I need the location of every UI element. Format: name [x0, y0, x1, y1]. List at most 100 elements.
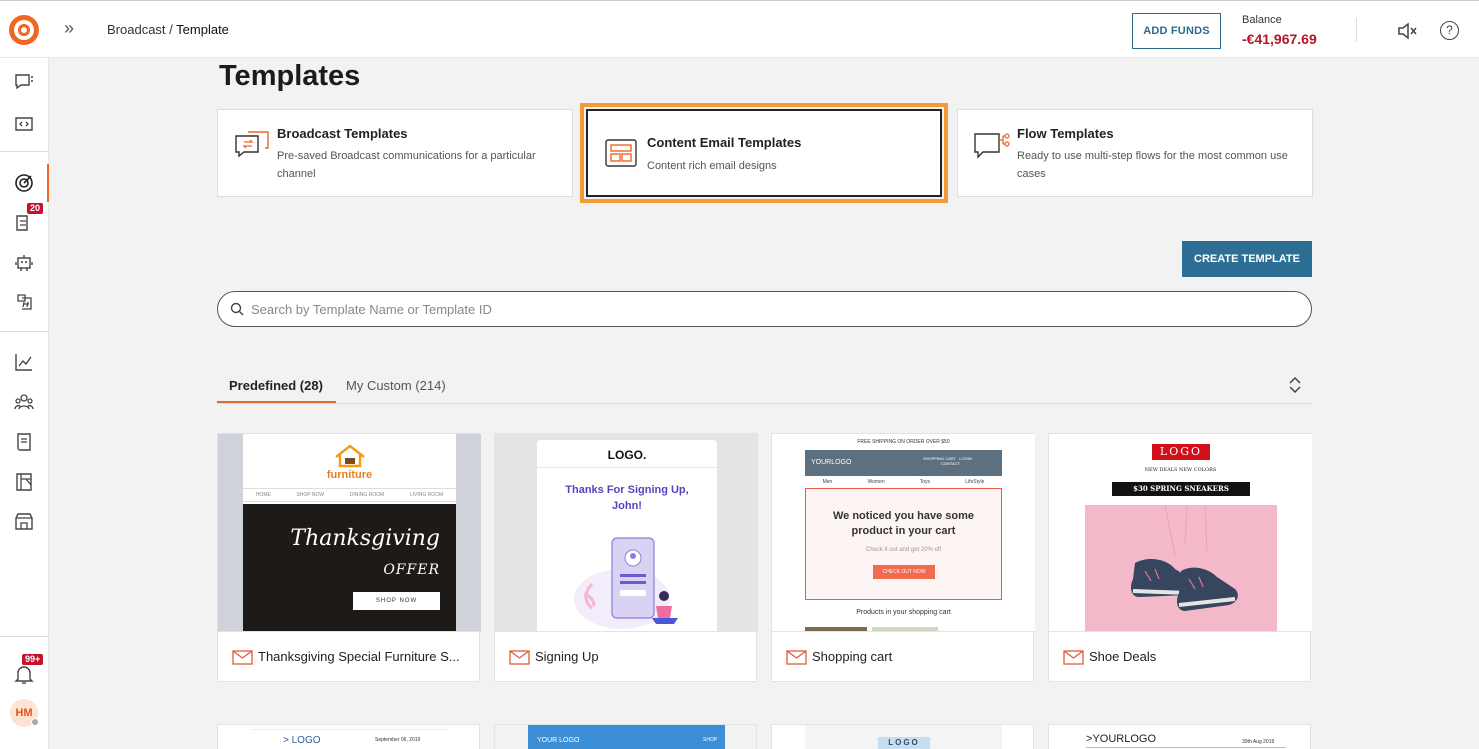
- breadcrumb: Broadcast / Template: [107, 22, 229, 37]
- template-card-shoe-deals[interactable]: LOGO NEW DEALS NEW COLORS $30 SPRING SNE…: [1048, 433, 1312, 683]
- template-preview: LOGO. Thanks For Signing Up, John!: [495, 434, 758, 631]
- preview-category: LifeStyle: [965, 479, 985, 485]
- tab-my-custom[interactable]: My Custom (214): [346, 378, 446, 393]
- card-title: Flow Templates: [1017, 126, 1114, 141]
- flow-templates-card[interactable]: Flow Templates Ready to use multi-step f…: [957, 109, 1313, 197]
- chat-icon[interactable]: [13, 71, 35, 93]
- preview-nav: LIVING ROOM: [409, 492, 444, 498]
- preview-sub: Check it out and get 20% off: [865, 547, 942, 553]
- template-card-footer: Signing Up: [495, 631, 758, 683]
- divider: [0, 151, 49, 152]
- active-tab-underline: [217, 401, 336, 403]
- mail-icon: [1063, 650, 1084, 665]
- template-card-footer: Shopping cart: [772, 631, 1035, 683]
- analytics-icon[interactable]: [13, 351, 35, 373]
- card-description: Content rich email designs: [647, 160, 777, 172]
- preview-brand: furniture: [326, 469, 373, 481]
- card-description: Ready to use multi-step flows for the mo…: [1017, 150, 1288, 180]
- template-name: Shopping cart: [812, 649, 893, 664]
- template-card[interactable]: LOGO: [771, 724, 1034, 749]
- preview-banner: FREE SHIPPING ON ORDER OVER $50: [857, 439, 950, 445]
- preview-logo: LOGO.: [607, 448, 647, 462]
- preview-footer: Products in your shopping cart: [856, 609, 951, 616]
- page-title: Templates: [219, 60, 361, 92]
- preview-category: Men: [822, 479, 833, 485]
- broadcast-icon: [235, 131, 269, 158]
- preview-nav: HOME: [255, 492, 271, 498]
- preview-date: September 06, 2019: [375, 737, 421, 743]
- template-card-footer: Shoe Deals: [1049, 631, 1312, 683]
- preview-cta: SHOP NOW: [353, 592, 440, 610]
- bot-icon[interactable]: [13, 252, 35, 274]
- contacts-icon[interactable]: [13, 391, 35, 413]
- preview-category: Women: [867, 479, 885, 485]
- template-card-thanksgiving[interactable]: furniture HOME SHOP NOW DINING ROOM LIVI…: [217, 433, 481, 682]
- template-name: Shoe Deals: [1089, 649, 1157, 664]
- template-preview: furniture HOME SHOP NOW DINING ROOM LIVI…: [218, 434, 481, 631]
- template-preview: FREE SHIPPING ON ORDER OVER $50 YOURLOGO…: [772, 434, 1035, 631]
- speaker-muted-icon[interactable]: [1396, 20, 1418, 42]
- active-indicator: [47, 164, 49, 202]
- preview-headline: We noticed you have some product in your…: [832, 510, 974, 537]
- code-icon[interactable]: [13, 112, 35, 134]
- layout-icon: [605, 139, 637, 167]
- campaigns-icon[interactable]: [13, 212, 35, 234]
- breadcrumb-current: Template: [176, 22, 229, 37]
- broadcast-templates-card[interactable]: Broadcast Templates Pre-saved Broadcast …: [217, 109, 573, 197]
- balance-value: -€41,967.69: [1242, 31, 1317, 47]
- campaigns-badge: 20: [27, 203, 44, 214]
- preview-logo-text: YOURLOGO: [1092, 733, 1157, 745]
- app-logo[interactable]: [9, 15, 39, 45]
- preview-link: LOGIN: [959, 456, 972, 461]
- preview-headline: Thanks For Signing Up, John!: [565, 484, 689, 512]
- search-bar: [217, 291, 1312, 327]
- expand-sidebar-icon[interactable]: »: [64, 18, 74, 39]
- preview-logo: YOUR LOGO: [537, 737, 580, 744]
- divider: [0, 331, 49, 332]
- hashtag-icon[interactable]: [13, 291, 35, 313]
- template-tabs: Predefined (28) My Custom (214): [217, 366, 1312, 404]
- template-card[interactable]: > LOGO September 06, 2019: [217, 724, 480, 749]
- help-icon[interactable]: ?: [1440, 21, 1459, 40]
- preview-date: 30th Aug 2019: [1242, 739, 1275, 745]
- flow-icon: [974, 133, 1010, 159]
- target-icon[interactable]: [13, 172, 35, 194]
- search-input[interactable]: [251, 300, 1291, 318]
- preview-headline: Thanksgiving: [290, 526, 440, 551]
- add-funds-button[interactable]: ADD FUNDS: [1132, 13, 1221, 49]
- preview-logo-text: LOGO: [291, 735, 321, 746]
- balance-label: Balance: [1242, 14, 1282, 26]
- template-name: Thanksgiving Special Furniture S...: [258, 649, 460, 664]
- content-email-templates-card[interactable]: Content Email Templates Content rich ema…: [580, 103, 948, 203]
- breadcrumb-parent[interactable]: Broadcast /: [107, 22, 173, 37]
- tab-predefined[interactable]: Predefined (28): [229, 378, 323, 393]
- template-card[interactable]: YOUR LOGO SHOP: [494, 724, 757, 749]
- divider: [1356, 18, 1357, 42]
- store-icon[interactable]: [13, 510, 35, 532]
- preview-cta: CHECK OUT NOW: [873, 565, 935, 579]
- template-card-shopping-cart[interactable]: FREE SHIPPING ON ORDER OVER $50 YOURLOGO…: [771, 433, 1035, 683]
- create-template-button[interactable]: CREATE TEMPLATE: [1182, 241, 1312, 277]
- preview-category: Toys: [919, 479, 931, 485]
- template-preview: LOGO NEW DEALS NEW COLORS $30 SPRING SNE…: [1049, 434, 1312, 631]
- reports-icon[interactable]: [13, 471, 35, 493]
- mail-icon: [509, 650, 530, 665]
- mail-icon: [232, 650, 253, 665]
- template-card-signing-up[interactable]: LOGO. Thanks For Signing Up, John! Signi…: [494, 433, 758, 683]
- template-name: Signing Up: [535, 649, 599, 664]
- preview-tagline: NEW DEALS NEW COLORS: [1144, 467, 1217, 473]
- notifications-badge: 99+: [22, 654, 44, 665]
- sort-icon[interactable]: [1287, 376, 1303, 394]
- template-card[interactable]: >YOURLOGO 30th Aug 2019: [1048, 724, 1311, 749]
- preview-logo: > LOGO: [283, 735, 321, 746]
- preview-logo: LOGO: [878, 737, 930, 749]
- top-bar: » Broadcast / Template ADD FUNDS Balance…: [0, 0, 1479, 58]
- preview-link: CONTACT: [941, 461, 961, 466]
- preview-banner: $30 SPRING SNEAKERS: [1112, 482, 1250, 496]
- bell-icon[interactable]: [13, 663, 35, 685]
- preview-logo: YOURLOGO: [811, 459, 852, 466]
- signup-illustration: [574, 537, 678, 629]
- mail-icon: [786, 650, 807, 665]
- book-icon[interactable]: [13, 431, 35, 453]
- status-dot: [31, 718, 39, 726]
